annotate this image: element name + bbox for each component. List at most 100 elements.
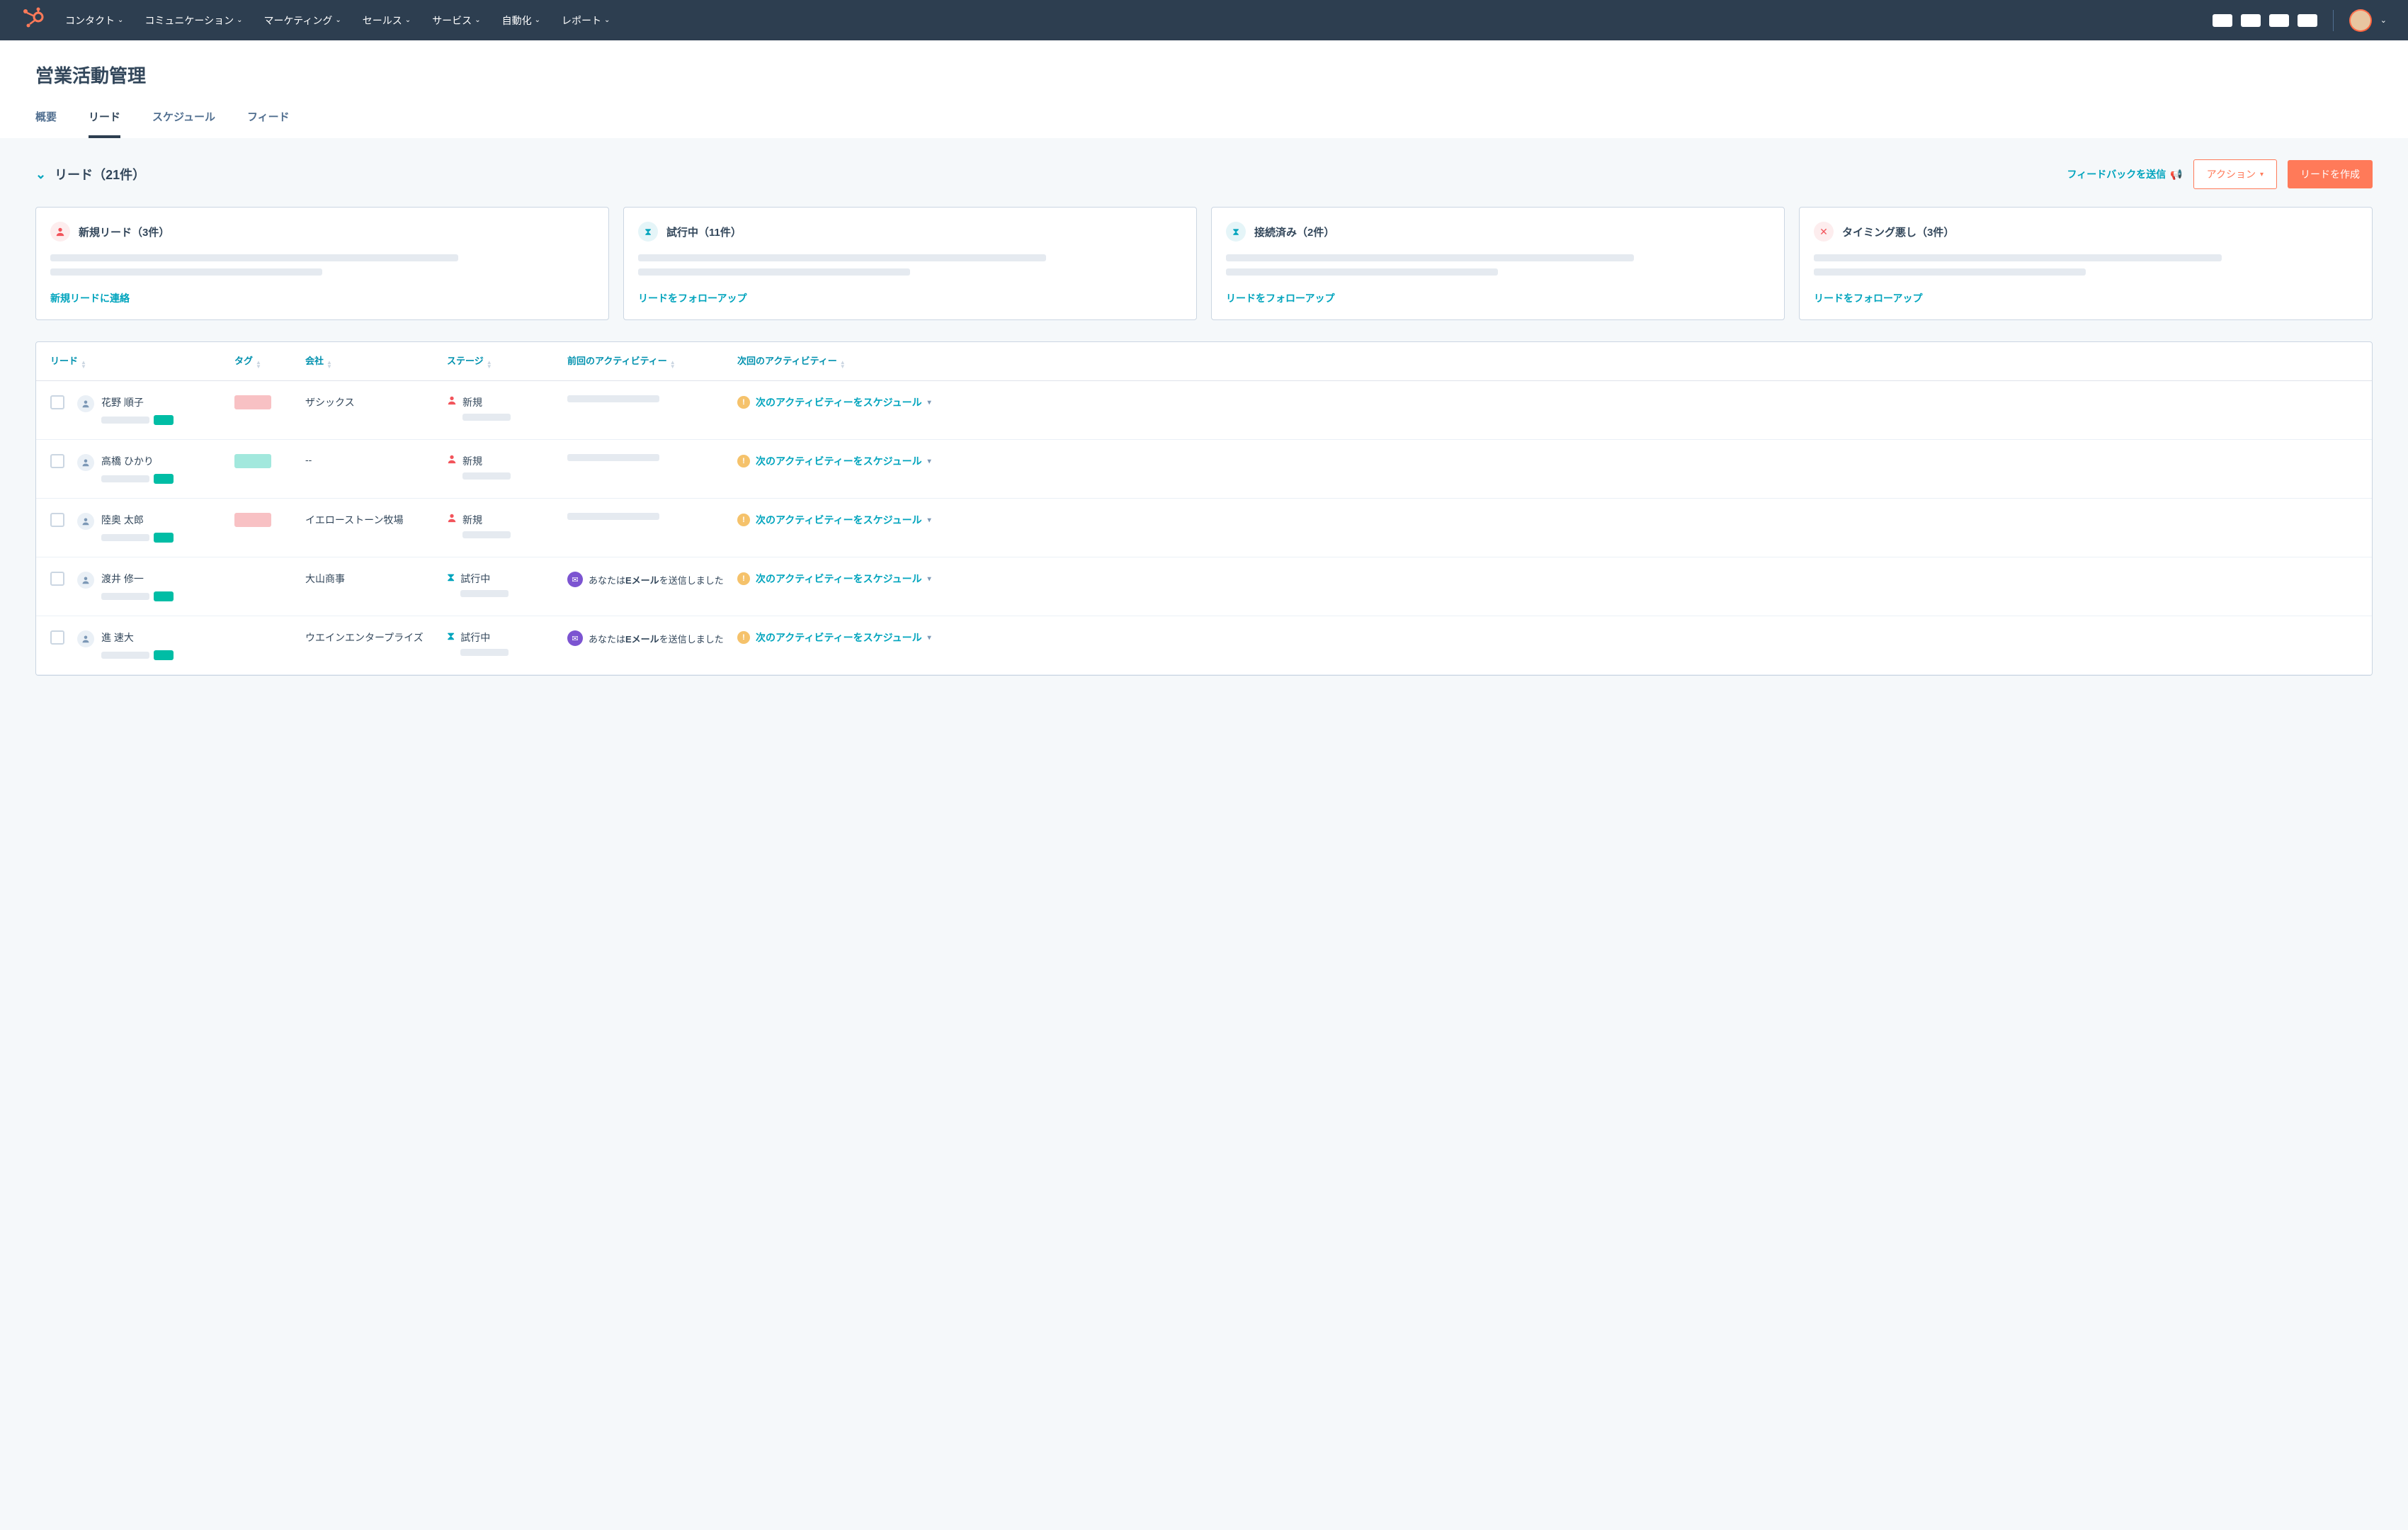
card-bad-timing[interactable]: ✕ タイミング悪し（3件） リードをフォローアップ (1799, 207, 2373, 320)
person-icon (77, 630, 94, 647)
skeleton (1814, 268, 2086, 276)
skeleton (567, 395, 659, 402)
lead-name[interactable]: 進 速大 (101, 630, 234, 645)
tab-feed[interactable]: フィード (247, 109, 290, 138)
skeleton (462, 414, 511, 421)
feedback-link[interactable]: フィードバックを送信 📢 (2067, 167, 2182, 181)
skeleton (462, 531, 511, 538)
lead-name[interactable]: 高橋 ひかり (101, 454, 234, 468)
prev-activity-email: ✉あなたはEメールを送信しました (567, 572, 737, 587)
action-button[interactable]: アクション ▾ (2193, 159, 2277, 189)
card-new-leads[interactable]: 新規リード（3件） 新規リードに連絡 (35, 207, 609, 320)
chevron-down-icon: ⌄ (535, 16, 540, 24)
nav-item-reports[interactable]: レポート⌄ (562, 13, 610, 28)
skeleton (101, 593, 149, 600)
row-checkbox[interactable] (50, 572, 64, 586)
tag-pill (234, 395, 271, 409)
email-icon: ✉ (567, 572, 583, 587)
card-trying[interactable]: ⧗ 試行中（11件） リードをフォローアップ (623, 207, 1197, 320)
th-next-activity[interactable]: 次回のアクティビティー▲▼ (737, 353, 2358, 369)
create-lead-button[interactable]: リードを作成 (2288, 160, 2373, 188)
tab-schedule[interactable]: スケジュール (152, 109, 215, 138)
sort-icon: ▲▼ (840, 361, 846, 369)
th-tag[interactable]: タグ▲▼ (234, 353, 305, 369)
prev-activity-email: ✉あなたはEメールを送信しました (567, 630, 737, 646)
chevron-down-icon: ⌄ (237, 16, 242, 24)
user-avatar[interactable] (2349, 9, 2372, 32)
nav-item-communication[interactable]: コミュニケーション⌄ (144, 13, 242, 28)
sort-icon: ▲▼ (326, 361, 332, 369)
sort-icon: ▲▼ (256, 361, 261, 369)
warning-icon: ! (737, 396, 750, 409)
badge (154, 650, 174, 660)
hubspot-logo[interactable] (21, 7, 44, 33)
schedule-next-activity[interactable]: ! 次のアクティビティーをスケジュール ▾ (737, 454, 2358, 468)
chevron-down-icon: ⌄ (604, 16, 610, 24)
person-icon (447, 454, 457, 468)
row-checkbox[interactable] (50, 630, 64, 645)
nav-item-contacts[interactable]: コンタクト⌄ (65, 13, 123, 28)
th-stage[interactable]: ステージ▲▼ (447, 353, 567, 369)
row-checkbox[interactable] (50, 513, 64, 527)
skeleton (1226, 254, 1634, 261)
sort-icon: ▲▼ (670, 361, 676, 369)
nav-item-automation[interactable]: 自動化⌄ (502, 13, 540, 28)
person-icon (447, 395, 457, 409)
nav-action-3[interactable] (2269, 14, 2289, 27)
schedule-next-activity[interactable]: ! 次のアクティビティーをスケジュール ▾ (737, 513, 2358, 527)
skeleton (567, 454, 659, 461)
chevron-down-icon: ⌄ (118, 16, 123, 24)
table-header: リード▲▼ タグ▲▼ 会社▲▼ ステージ▲▼ 前回のアクティビティー▲▼ 次回の… (36, 342, 2372, 381)
badge (154, 591, 174, 601)
chevron-down-icon[interactable]: ⌄ (35, 167, 46, 182)
tab-overview[interactable]: 概要 (35, 109, 57, 138)
nav-item-marketing[interactable]: マーケティング⌄ (264, 13, 341, 28)
page-title: 営業活動管理 (35, 62, 2373, 88)
company-name: ザシックス (305, 395, 447, 409)
lead-name[interactable]: 渡井 修一 (101, 572, 234, 586)
skeleton (1814, 254, 2222, 261)
tabs: 概要 リード スケジュール フィード (35, 109, 2373, 138)
nav-item-sales[interactable]: セールス⌄ (363, 13, 411, 28)
nav-action-4[interactable] (2298, 14, 2317, 27)
skeleton (50, 268, 322, 276)
card-link[interactable]: 新規リードに連絡 (50, 291, 130, 305)
schedule-next-activity[interactable]: ! 次のアクティビティーをスケジュール ▾ (737, 630, 2358, 645)
tab-leads[interactable]: リード (89, 109, 120, 138)
nav-action-2[interactable] (2241, 14, 2261, 27)
nav-items: コンタクト⌄ コミュニケーション⌄ マーケティング⌄ セールス⌄ サービス⌄ 自… (65, 13, 2213, 28)
badge (154, 474, 174, 484)
stage-label: 試行中 (460, 572, 509, 586)
th-company[interactable]: 会社▲▼ (305, 353, 447, 369)
section-title: ⌄ リード（21件） (35, 165, 2056, 183)
row-checkbox[interactable] (50, 395, 64, 409)
lead-name[interactable]: 花野 順子 (101, 395, 234, 409)
skeleton (50, 254, 458, 261)
skeleton (638, 268, 910, 276)
skeleton (460, 590, 509, 597)
summary-cards: 新規リード（3件） 新規リードに連絡 ⧗ 試行中（11件） リードをフォローアッ… (35, 207, 2373, 320)
card-connected[interactable]: ⧗ 接続済み（2件） リードをフォローアップ (1211, 207, 1785, 320)
person-icon (447, 513, 457, 526)
table-row: 花野 順子 ザシックス 新規 ! 次のアクティビティーをスケジュール ▾ (36, 381, 2372, 440)
content: ⌄ リード（21件） フィードバックを送信 📢 アクション ▾ リードを作成 新… (0, 138, 2408, 697)
chevron-down-icon: ⌄ (405, 16, 411, 24)
row-checkbox[interactable] (50, 454, 64, 468)
schedule-next-activity[interactable]: ! 次のアクティビティーをスケジュール ▾ (737, 572, 2358, 586)
person-icon (77, 454, 94, 471)
nav-action-1[interactable] (2213, 14, 2232, 27)
lead-name[interactable]: 陸奥 太郎 (101, 513, 234, 527)
th-lead[interactable]: リード▲▼ (50, 353, 234, 369)
sort-icon: ▲▼ (81, 361, 86, 369)
nav-item-service[interactable]: サービス⌄ (432, 13, 480, 28)
hourglass-icon: ⧗ (447, 630, 455, 643)
table-row: 陸奥 太郎 イエローストーン牧場 新規 ! 次のアクティビティーをスケジュール … (36, 499, 2372, 557)
person-icon (77, 513, 94, 530)
card-link[interactable]: リードをフォローアップ (1226, 291, 1334, 305)
card-link[interactable]: リードをフォローアップ (1814, 291, 1922, 305)
person-icon (77, 572, 94, 589)
th-prev-activity[interactable]: 前回のアクティビティー▲▼ (567, 353, 737, 369)
badge (154, 533, 174, 543)
card-link[interactable]: リードをフォローアップ (638, 291, 746, 305)
schedule-next-activity[interactable]: ! 次のアクティビティーをスケジュール ▾ (737, 395, 2358, 409)
